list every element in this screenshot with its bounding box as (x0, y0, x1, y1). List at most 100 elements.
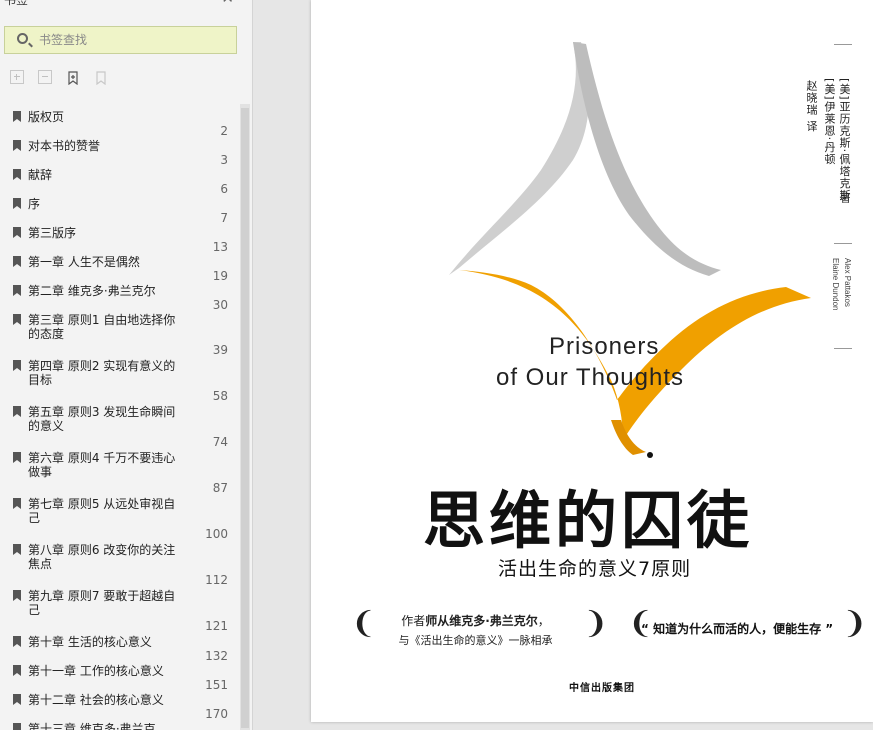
divider-line (834, 243, 852, 244)
bookmark-label: 序 (28, 197, 41, 211)
close-icon[interactable]: ✕ (221, 0, 234, 7)
bookmark-item[interactable]: 对本书的赞誉 3 (0, 139, 240, 168)
blurb-prefix: 作者 (401, 614, 426, 628)
bookmark-icon (13, 694, 21, 705)
bookmark-icon (13, 111, 21, 122)
gray-ribbon-left (449, 42, 589, 275)
bookmark-item[interactable]: 第一章 人生不是偶然 19 (0, 255, 240, 284)
bookmark-item[interactable]: 序7 (0, 197, 240, 226)
delete-bookmark-icon[interactable] (94, 70, 108, 86)
bookmark-item[interactable]: 第三版序 13 (0, 226, 240, 255)
bookmark-search-input[interactable] (39, 31, 229, 49)
bookmark-scrollbar[interactable] (240, 104, 250, 730)
add-bookmark-icon[interactable] (66, 70, 80, 86)
book-subtitle: 活出生命的意义7原则 (498, 558, 692, 580)
bookmark-item[interactable]: 第十二章 社会的核心意义 170 (0, 693, 240, 722)
bookmark-panel-title: 书签 (4, 0, 29, 7)
bookmark-page-number: 132 (205, 649, 228, 663)
bookmark-page-number: 87 (212, 481, 228, 495)
bookmark-page-number: 13 (212, 240, 228, 254)
bookmark-page-number: 74 (212, 435, 228, 449)
blurb-bold: 师从维克多·弗兰克尔 (425, 614, 538, 628)
bookmark-item[interactable]: 第七章 原则5 从远处审视自己 100 (0, 497, 240, 543)
bookmark-item[interactable]: 第八章 原则6 改变你的关注焦点 112 (0, 543, 240, 589)
bookmark-page-number: 7 (220, 211, 228, 225)
document-viewer[interactable]: [美]亚历克斯·佩塔克斯 [美]伊莱恩·丹顿 著 赵晓瑞 译 Alex Patt… (253, 0, 873, 730)
bookmark-item[interactable]: 献辞 6 (0, 168, 240, 197)
bookmark-icon (13, 544, 21, 555)
bookmark-page-number: 30 (212, 298, 228, 312)
bookmark-item[interactable]: 第九章 原则7 要敢于超越自己 121 (0, 589, 240, 635)
bookmark-label: 第三版序 (28, 226, 77, 240)
gray-ribbon-right (573, 42, 721, 276)
bookmark-page-number: 121 (205, 619, 228, 633)
bookmark-item[interactable]: 第三章 原则1 自由地选择你的态度 39 (0, 313, 240, 359)
bookmark-page-number: 170 (205, 707, 228, 721)
bookmark-icon (13, 256, 21, 267)
bookmark-icon (13, 140, 21, 151)
cover-quote: “ 知道为什么而活的人，便能生存 ” (641, 622, 834, 636)
bookmark-label: 第四章 原则2 实现有意义的目标 (28, 359, 176, 387)
bookmark-icon (13, 169, 21, 180)
bookmark-label: 第十二章 社会的核心意义 (28, 693, 164, 707)
bookmark-label: 第五章 原则3 发现生命瞬间的意义 (28, 405, 176, 433)
scrollbar-thumb[interactable] (241, 108, 249, 728)
bookmark-icon (13, 636, 21, 647)
bookmark-label: 第十三章 维克多·弗兰克 (28, 722, 156, 730)
english-title-line2: of Our Thoughts (496, 364, 684, 391)
bookmark-item[interactable]: 第十三章 维克多·弗兰克 (0, 722, 240, 730)
bookmark-icon (13, 198, 21, 209)
author2-text: [美]伊莱恩·丹顿 (823, 78, 836, 166)
bookmark-icon (13, 665, 21, 676)
bookmark-page-number: 6 (220, 182, 228, 196)
bookmark-label: 版权页 (28, 110, 65, 124)
bookmark-label: 第十一章 工作的核心意义 (28, 664, 164, 678)
bookmark-page-number: 2 (220, 124, 228, 138)
bookmark-icon (13, 406, 21, 417)
search-icon (17, 33, 28, 44)
bookmark-page-number: 151 (205, 678, 228, 692)
bookmark-search-box[interactable] (4, 26, 237, 54)
en-author1-text: Alex Pattakos (843, 258, 852, 307)
bookmark-icon (13, 360, 21, 371)
bookmark-item[interactable]: 第二章 维克多·弗兰克尔 30 (0, 284, 240, 313)
bookmark-label: 第十章 生活的核心意义 (28, 635, 152, 649)
bookmark-label: 第六章 原则4 千万不要违心做事 (28, 451, 176, 479)
bookmark-icon (13, 723, 21, 730)
bookmark-label: 第七章 原则5 从远处审视自己 (28, 497, 176, 525)
bookmark-panel-header: 书签 ✕ (0, 0, 252, 11)
bookmark-item[interactable]: 第十一章 工作的核心意义 151 (0, 664, 240, 693)
blurb-line2: 与《活出生命的意义》一脉相承 (398, 634, 553, 647)
publisher-name: 中信出版集团 (569, 683, 635, 694)
laurel-right-icon: ❩ (583, 606, 609, 641)
divider-line (834, 44, 852, 45)
bookmark-item[interactable]: 第十章 生活的核心意义 132 (0, 635, 240, 664)
bookmark-icon (13, 314, 21, 325)
bookmark-page-number: 19 (212, 269, 228, 283)
bookmark-icon (13, 227, 21, 238)
bookmark-label: 第八章 原则6 改变你的关注焦点 (28, 543, 176, 571)
author-suffix-text: 著 (838, 192, 851, 204)
bookmark-page-number: 3 (220, 153, 228, 167)
bookmark-page-number: 100 (205, 527, 228, 541)
bookmark-page-number: 58 (212, 389, 228, 403)
bookmark-icon (13, 285, 21, 296)
bookmark-icon (13, 498, 21, 509)
expand-all-icon[interactable] (10, 70, 24, 84)
divider-line (834, 348, 852, 349)
translator-text: 赵晓瑞 译 (805, 80, 818, 133)
cover-blurb: 作者师从维克多·弗兰克尔， 与《活出生命的意义》一脉相承 (373, 612, 578, 648)
bookmark-item[interactable]: 第四章 原则2 实现有意义的目标 58 (0, 359, 240, 405)
bookmark-item[interactable]: 第五章 原则3 发现生命瞬间的意义 74 (0, 405, 240, 451)
bookmark-item[interactable]: 第六章 原则4 千万不要违心做事 87 (0, 451, 240, 497)
en-author2-text: Elaine Dundon (831, 258, 840, 311)
bookmark-label: 第九章 原则7 要敢于超越自己 (28, 589, 176, 617)
bookmark-label: 第二章 维克多·弗兰克尔 (28, 284, 156, 298)
collapse-all-icon[interactable] (38, 70, 52, 84)
laurel-right-icon: ❩ (842, 606, 868, 641)
book-title: 思维的囚徒 (423, 484, 754, 557)
bookmark-label: 第三章 原则1 自由地选择你的态度 (28, 313, 176, 341)
book-cover-page: [美]亚历克斯·佩塔克斯 [美]伊莱恩·丹顿 著 赵晓瑞 译 Alex Patt… (311, 0, 873, 722)
bookmark-page-number: 112 (205, 573, 228, 587)
bookmark-item[interactable]: 版权页 2 (0, 110, 240, 139)
